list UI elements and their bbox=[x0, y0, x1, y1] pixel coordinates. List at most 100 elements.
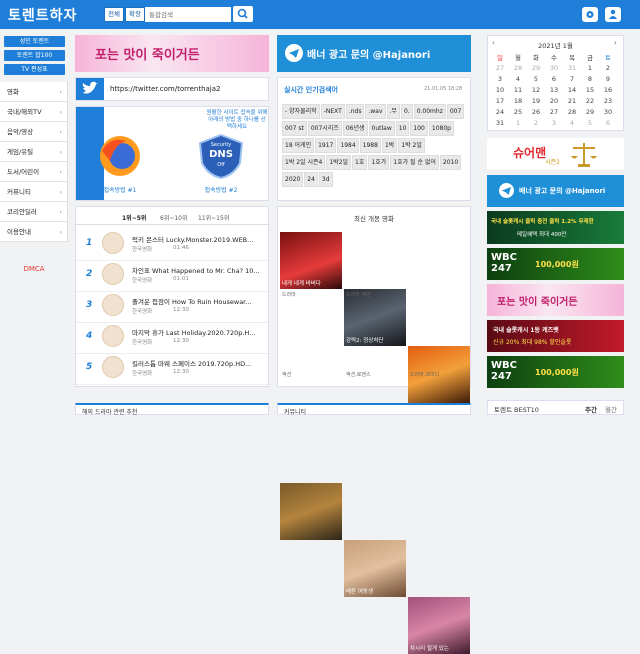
calendar-date[interactable]: 6 bbox=[599, 117, 617, 128]
calendar-date[interactable]: 2 bbox=[599, 62, 617, 73]
movie-poster[interactable]: 베른 여동생 bbox=[344, 540, 406, 597]
tab-rank-1-5[interactable]: 1위~5위 bbox=[122, 213, 146, 222]
search-tag[interactable]: 1박 2일 bbox=[398, 138, 425, 153]
search-tag[interactable]: 10 bbox=[395, 121, 410, 136]
calendar-date[interactable]: 17 bbox=[491, 95, 509, 106]
search-tag[interactable]: 007시리즈 bbox=[307, 121, 342, 136]
search-tag[interactable]: 007 bbox=[446, 104, 465, 119]
calendar-date[interactable]: 29 bbox=[581, 106, 599, 117]
ad-banner-1[interactable]: 국내 슬롯캐시 클릭 충전 클릭 1.2% 무제한 메일혜택 최대 400만 bbox=[487, 211, 624, 244]
calendar-date[interactable]: 15 bbox=[581, 84, 599, 95]
search-tag[interactable]: 1호가 될 순 없어 bbox=[390, 155, 439, 170]
calendar-date[interactable]: 24 bbox=[491, 106, 509, 117]
calendar-date[interactable]: 29 bbox=[527, 62, 545, 73]
filter-all-button[interactable]: 전체 bbox=[104, 7, 124, 22]
ad-banner-2[interactable]: WBC 247 100,000원 bbox=[487, 248, 624, 280]
ad-banner-4[interactable]: 국내 슬롯캐시 1등 캐즈뱃 신규 20% 최대 98% 할인슬롯 bbox=[487, 320, 624, 352]
nav-item-books[interactable]: 도서/어린이 › bbox=[0, 162, 67, 182]
search-tag[interactable]: 24 bbox=[304, 172, 318, 187]
calendar-date[interactable]: 14 bbox=[563, 84, 581, 95]
search-tag[interactable]: 18 어게인 bbox=[282, 138, 315, 153]
filter-ext-button[interactable]: 확장 bbox=[125, 7, 145, 22]
firefox-logo[interactable] bbox=[90, 131, 150, 181]
top-right-banner[interactable]: 배너 광고 문의 @Hajanori bbox=[277, 35, 471, 72]
tab-rank-11-15[interactable]: 11위~15위 bbox=[198, 213, 229, 222]
search-tag[interactable]: 1988 bbox=[359, 138, 381, 153]
tab-monthly[interactable]: 월간 bbox=[605, 404, 617, 414]
ranking-row[interactable]: 5 킬러스톱 마웨 스페이스 2019.720p.HD... 한국영화 12:30 bbox=[76, 354, 268, 385]
dmca-link[interactable]: DMCA bbox=[0, 265, 68, 273]
search-tag[interactable]: .무 bbox=[386, 104, 400, 119]
ranking-row[interactable]: 4 마지막 휴가 Last Holiday.2020.720p.H... 한국영화 1… bbox=[76, 323, 268, 354]
search-tag[interactable]: - 양자물리학 bbox=[282, 104, 320, 119]
calendar-date[interactable]: 4 bbox=[563, 117, 581, 128]
nav-item-tv[interactable]: 국내/해외TV › bbox=[0, 102, 67, 122]
ranking-row[interactable]: 3 졸겨운 접점이 How To Ruin Housewar... 한국영화 12:3… bbox=[76, 292, 268, 323]
calendar-date[interactable]: 1 bbox=[581, 62, 599, 73]
access-method-2[interactable]: 접속방법 #2 bbox=[196, 185, 246, 194]
search-tag[interactable]: 1호 bbox=[352, 155, 368, 170]
calendar-date[interactable]: 26 bbox=[527, 106, 545, 117]
dns-logo[interactable]: Security DNS Off bbox=[196, 133, 246, 180]
search-tag[interactable]: 1080p bbox=[428, 121, 454, 136]
calendar-date[interactable]: 3 bbox=[491, 73, 509, 84]
calendar-date[interactable]: 5 bbox=[581, 117, 599, 128]
calendar-date[interactable]: 12 bbox=[527, 84, 545, 95]
search-tag[interactable]: 06년생 bbox=[342, 121, 368, 136]
search-tag[interactable]: 1박 bbox=[381, 138, 398, 153]
nav-item-korean-dealer[interactable]: 코리안딜러 › bbox=[0, 202, 67, 222]
calendar-date[interactable]: 5 bbox=[527, 73, 545, 84]
tv-schedule-button[interactable]: TV 편성표 bbox=[4, 64, 65, 75]
tab-rank-6-10[interactable]: 6위~10위 bbox=[160, 213, 188, 222]
search-tag[interactable]: 1호가 bbox=[368, 155, 390, 170]
nav-item-music[interactable]: 음악/영상 › bbox=[0, 122, 67, 142]
calendar-date[interactable]: 27 bbox=[491, 62, 509, 73]
user-button[interactable] bbox=[605, 7, 621, 22]
search-tag[interactable]: .nds bbox=[345, 104, 365, 119]
calendar-date[interactable]: 31 bbox=[491, 117, 509, 128]
movie-poster[interactable]: 차시리 절게 있는 bbox=[408, 597, 470, 654]
calendar-date[interactable]: 28 bbox=[509, 62, 527, 73]
search-tag[interactable]: 1917 bbox=[315, 138, 337, 153]
calendar-date[interactable]: 25 bbox=[509, 106, 527, 117]
calendar-date[interactable]: 8 bbox=[581, 73, 599, 84]
nav-item-guide[interactable]: 이용안내 › bbox=[0, 222, 67, 242]
calendar-next[interactable]: › bbox=[614, 39, 617, 47]
search-tag[interactable]: 0. bbox=[400, 104, 413, 119]
ad-banner-5[interactable]: WBC 247 100,000원 bbox=[487, 356, 624, 388]
calendar-date[interactable]: 10 bbox=[491, 84, 509, 95]
nav-item-community[interactable]: 커뮤니티 › bbox=[0, 182, 67, 202]
search-tag[interactable]: 100 bbox=[410, 121, 428, 136]
search-tag[interactable]: 0.00mhz bbox=[413, 104, 446, 119]
ad-banner-3[interactable]: 포는 맛이 죽이거든 bbox=[487, 284, 624, 316]
adult-torrent-button[interactable]: 성인 토렌트 bbox=[4, 36, 65, 47]
search-tag[interactable]: 3d bbox=[318, 172, 333, 187]
twitter-box[interactable]: https://twitter.com/torrenthaja2 bbox=[75, 77, 269, 101]
search-tag[interactable]: 0utlaw bbox=[368, 121, 395, 136]
twitter-url[interactable]: https://twitter.com/torrenthaja2 bbox=[110, 85, 220, 93]
tab-weekly[interactable]: 주간 bbox=[585, 404, 597, 414]
ranking-row[interactable]: 1 럭키 몬스터 Lucky.Monster.2019.WEB... 한국영화 01:… bbox=[76, 230, 268, 261]
calendar-date[interactable]: 30 bbox=[545, 62, 563, 73]
calendar-date[interactable]: 30 bbox=[599, 106, 617, 117]
search-tag[interactable]: .wav bbox=[365, 104, 386, 119]
search-tag[interactable]: -NEXT bbox=[320, 104, 345, 119]
sureman-banner[interactable]: 슈어맨 시즌2 bbox=[487, 138, 624, 170]
search-tag[interactable]: 2010 bbox=[439, 155, 462, 170]
site-logo[interactable]: 토렌트하자 bbox=[8, 5, 77, 25]
calendar-date[interactable]: 16 bbox=[599, 84, 617, 95]
movie-poster[interactable] bbox=[280, 483, 342, 540]
nav-item-games[interactable]: 게임/유틸 › bbox=[0, 142, 67, 162]
movie-poster[interactable]: 내게 내게 바버다 bbox=[280, 232, 342, 289]
access-method-1[interactable]: 접속방법 #1 bbox=[90, 185, 150, 194]
search-tag[interactable]: 1박 2일 시즌4 bbox=[282, 155, 326, 170]
telegram-banner[interactable]: 배너 광고 문의 @Hajanori bbox=[487, 175, 624, 207]
search-tag[interactable]: 007 st bbox=[282, 121, 307, 136]
search-button[interactable] bbox=[233, 6, 253, 22]
calendar-date[interactable]: 4 bbox=[509, 73, 527, 84]
calendar-date[interactable]: 13 bbox=[545, 84, 563, 95]
top-left-banner[interactable]: 포는 맛이 죽이거든 bbox=[75, 35, 269, 72]
search-tag[interactable]: 1박2일 bbox=[326, 155, 352, 170]
nav-item-movies[interactable]: 영화 › bbox=[0, 82, 67, 102]
torrent-top100-button[interactable]: 토렌트 랍100 bbox=[4, 50, 65, 61]
